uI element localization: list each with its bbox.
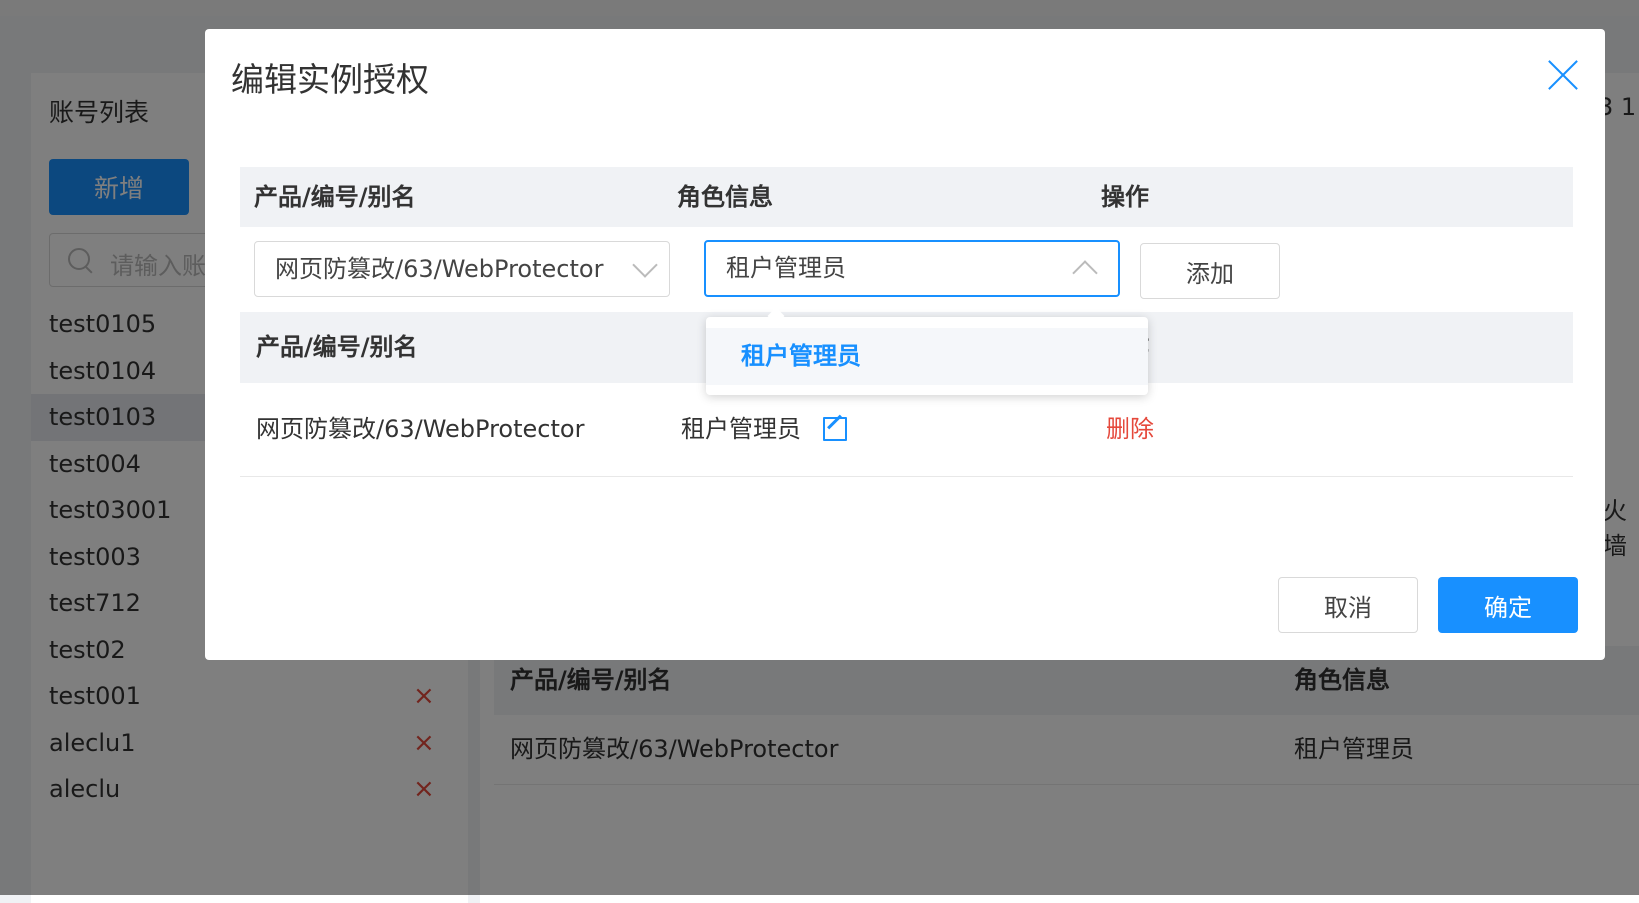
product-select[interactable]: 网页防篡改/63/WebProtector: [254, 241, 670, 297]
close-icon[interactable]: [1545, 57, 1581, 93]
cell-role: 租户管理员: [681, 383, 847, 476]
column-header-role: 角色信息: [677, 183, 773, 211]
role-select-value: 租户管理员: [726, 254, 846, 282]
form-header: 产品/编号/别名 角色信息 操作: [240, 167, 1573, 227]
column-header-product: 产品/编号/别名: [256, 333, 418, 361]
chevron-up-icon: [1072, 260, 1098, 286]
dropdown-option-label: 租户管理员: [741, 342, 861, 370]
edit-instance-auth-dialog: 编辑实例授权 产品/编号/别名 角色信息 操作 网页防篡改/63/WebProt…: [205, 29, 1605, 660]
delete-link[interactable]: 删除: [1106, 383, 1154, 476]
role-dropdown-menu: 租户管理员: [706, 317, 1148, 395]
confirm-button[interactable]: 确定: [1438, 577, 1578, 633]
role-select[interactable]: 租户管理员: [704, 240, 1120, 297]
edit-icon[interactable]: [823, 417, 847, 441]
table-row: 网页防篡改/63/WebProtector 租户管理员 删除: [240, 383, 1573, 477]
product-select-value: 网页防篡改/63/WebProtector: [275, 255, 604, 283]
cancel-button[interactable]: 取消: [1278, 577, 1418, 633]
column-header-action: 操作: [1101, 183, 1149, 211]
dialog-title: 编辑实例授权: [231, 60, 429, 99]
chevron-down-icon: [632, 252, 658, 278]
cell-role-text: 租户管理员: [681, 415, 801, 443]
add-button[interactable]: 添加: [1140, 243, 1280, 299]
dropdown-option[interactable]: 租户管理员: [706, 328, 1148, 385]
column-header-product: 产品/编号/别名: [254, 183, 416, 211]
cell-product: 网页防篡改/63/WebProtector: [256, 415, 585, 443]
